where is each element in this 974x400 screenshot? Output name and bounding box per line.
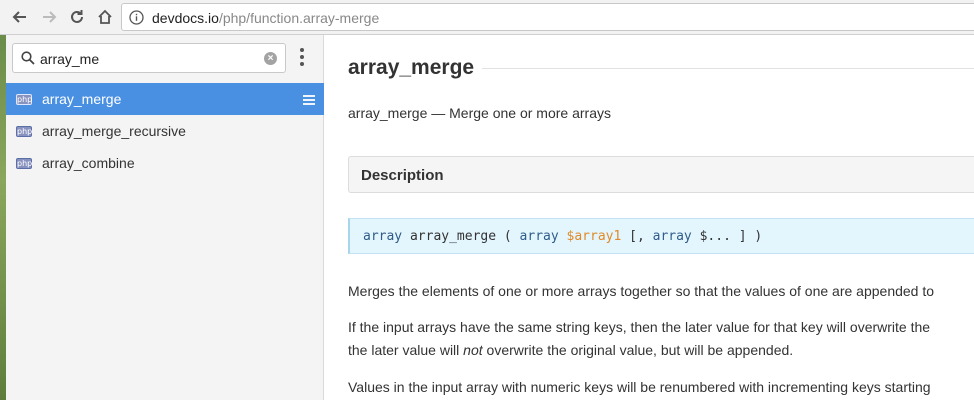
url-text: devdocs.io/php/function.array-merge xyxy=(152,10,379,26)
php-icon: php xyxy=(16,93,33,105)
url-path: /php/function.array-merge xyxy=(218,10,380,26)
search-results: php array_merge php array_merge_recursiv… xyxy=(6,83,324,179)
more-options-icon[interactable] xyxy=(298,48,306,70)
sig-optional-open: [, xyxy=(621,229,653,244)
paragraph-2-line-1: If the input arrays have the same string… xyxy=(348,319,931,335)
para-emphasis: not xyxy=(463,342,483,358)
php-icon: php xyxy=(16,157,33,169)
result-item-array-merge-recursive[interactable]: php array_merge_recursive xyxy=(6,115,324,147)
arrow-right-icon xyxy=(43,11,57,23)
reload-button[interactable] xyxy=(66,6,88,28)
hamburger-icon[interactable] xyxy=(303,95,315,107)
reload-icon xyxy=(71,10,83,23)
sig-param-type-2: array xyxy=(652,229,692,244)
sig-param-var: $array1 xyxy=(558,229,622,244)
home-icon xyxy=(98,9,112,24)
main-content: array_merge array_merge — Merge one or m… xyxy=(324,35,974,400)
paragraph-2-line-2: the later value will not overwrite the o… xyxy=(348,339,793,361)
signature-line: array array_merge ( array $array1 [, arr… xyxy=(363,229,762,244)
sig-function-name: array_merge ( xyxy=(402,229,520,244)
php-icon: php xyxy=(16,125,33,137)
search-value: array_me xyxy=(40,51,100,67)
result-item-array-combine[interactable]: php array_combine xyxy=(6,147,324,179)
back-button[interactable] xyxy=(9,6,31,28)
para-text: overwrite the original value, but will b… xyxy=(482,342,794,358)
title-divider xyxy=(482,68,974,69)
arrow-left-icon xyxy=(12,11,26,23)
function-signature: array array_merge ( array $array1 [, arr… xyxy=(348,218,974,254)
page-subtitle: array_merge — Merge one or more arrays xyxy=(348,105,611,121)
forward-button[interactable] xyxy=(38,6,60,28)
sidebar: array_me × php array_merge php array_mer… xyxy=(6,35,324,400)
sig-param-type: array xyxy=(519,229,559,244)
paragraph-3: Values in the input array with numeric k… xyxy=(348,379,931,395)
sig-return-type: array xyxy=(363,229,403,244)
clear-search-icon[interactable]: × xyxy=(264,52,277,65)
home-button[interactable] xyxy=(94,6,116,28)
result-label: array_combine xyxy=(42,155,135,171)
sig-rest: $... ] ) xyxy=(691,229,763,244)
para-text: the later value will xyxy=(348,342,464,358)
info-icon[interactable] xyxy=(129,10,144,25)
page-title: array_merge xyxy=(348,56,475,79)
result-item-array-merge[interactable]: php array_merge xyxy=(6,83,324,115)
browser-toolbar: devdocs.io/php/function.array-merge xyxy=(0,0,974,35)
address-bar[interactable]: devdocs.io/php/function.array-merge xyxy=(121,3,974,31)
search-icon xyxy=(21,51,35,65)
section-heading: Description xyxy=(361,167,444,184)
paragraph-1: Merges the elements of one or more array… xyxy=(348,283,935,299)
result-label: array_merge xyxy=(42,91,122,107)
result-label: array_merge_recursive xyxy=(42,123,186,139)
description-heading: Description xyxy=(348,156,974,193)
url-host: devdocs.io xyxy=(152,10,219,26)
search-input[interactable]: array_me × xyxy=(12,43,286,73)
